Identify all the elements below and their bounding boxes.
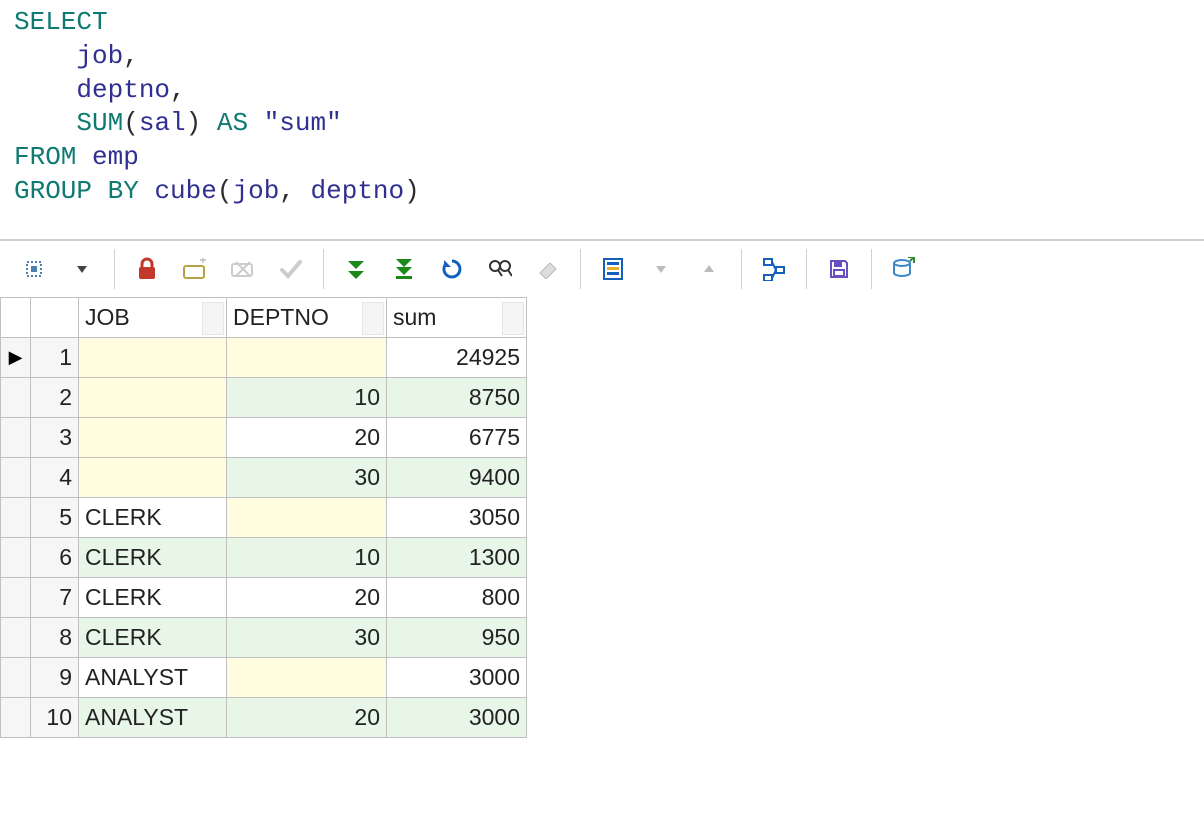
keyword-select: SELECT <box>14 7 108 37</box>
row-marker <box>1 657 31 697</box>
commit-icon[interactable] <box>267 249 315 289</box>
table-row[interactable]: ▶1 24925 <box>1 337 527 377</box>
cell-job[interactable]: ANALYST <box>79 657 227 697</box>
row-marker <box>1 417 31 457</box>
cell-sum[interactable]: 8750 <box>387 377 527 417</box>
cell-job[interactable] <box>79 377 227 417</box>
cell-deptno[interactable] <box>227 497 387 537</box>
up-icon[interactable] <box>685 249 733 289</box>
header-row: JOB DEPTNO sum <box>1 297 527 337</box>
cell-deptno[interactable] <box>227 337 387 377</box>
func-sum: SUM <box>76 108 123 138</box>
table-row[interactable]: 9ANALYST 3000 <box>1 657 527 697</box>
single-record-icon[interactable] <box>589 249 637 289</box>
row-number: 4 <box>31 457 79 497</box>
table-row[interactable]: 2 108750 <box>1 377 527 417</box>
lock-icon[interactable] <box>123 249 171 289</box>
sql-editor[interactable]: SELECT job, deptno, SUM(sal) AS "sum" FR… <box>0 0 1204 239</box>
cell-sum[interactable]: 1300 <box>387 537 527 577</box>
cell-sum[interactable]: 6775 <box>387 417 527 457</box>
new-row-icon[interactable] <box>171 249 219 289</box>
alias-sum: "sum" <box>264 108 342 138</box>
dropdown-icon[interactable] <box>58 249 106 289</box>
table-row[interactable]: 6CLERK101300 <box>1 537 527 577</box>
cell-deptno[interactable]: 30 <box>227 617 387 657</box>
fetch-last-icon[interactable] <box>380 249 428 289</box>
cell-sum[interactable]: 24925 <box>387 337 527 377</box>
row-number: 7 <box>31 577 79 617</box>
column-header-sum[interactable]: sum <box>387 297 527 337</box>
row-number: 9 <box>31 657 79 697</box>
marker-header <box>1 297 31 337</box>
find-icon[interactable] <box>476 249 524 289</box>
ident-sal: sal <box>139 108 186 138</box>
row-marker <box>1 617 31 657</box>
cell-deptno[interactable]: 10 <box>227 537 387 577</box>
row-number: 5 <box>31 497 79 537</box>
keyword-from: FROM <box>14 142 76 172</box>
cell-job[interactable]: CLERK <box>79 497 227 537</box>
export-db-icon[interactable] <box>880 249 928 289</box>
cell-deptno[interactable] <box>227 657 387 697</box>
cell-deptno[interactable]: 30 <box>227 457 387 497</box>
cell-sum[interactable]: 3000 <box>387 697 527 737</box>
delete-row-icon[interactable] <box>219 249 267 289</box>
eraser-icon[interactable] <box>524 249 572 289</box>
save-icon[interactable] <box>815 249 863 289</box>
cell-deptno[interactable]: 20 <box>227 417 387 457</box>
table-row[interactable]: 5CLERK 3050 <box>1 497 527 537</box>
cell-deptno[interactable]: 20 <box>227 697 387 737</box>
row-marker <box>1 457 31 497</box>
keyword-group: GROUP <box>14 176 92 206</box>
table-row[interactable]: 4 309400 <box>1 457 527 497</box>
table-row[interactable]: 3 206775 <box>1 417 527 457</box>
row-number: 6 <box>31 537 79 577</box>
row-marker <box>1 697 31 737</box>
ident-job: job <box>76 41 123 71</box>
fetch-all-icon[interactable] <box>332 249 380 289</box>
cell-job[interactable] <box>79 457 227 497</box>
row-number: 8 <box>31 617 79 657</box>
row-marker <box>1 497 31 537</box>
column-header-job[interactable]: JOB <box>79 297 227 337</box>
func-cube: cube <box>154 176 216 206</box>
rownum-header <box>31 297 79 337</box>
keyword-by: BY <box>108 176 139 206</box>
row-marker <box>1 537 31 577</box>
cell-deptno[interactable]: 10 <box>227 377 387 417</box>
row-number: 2 <box>31 377 79 417</box>
row-number: 1 <box>31 337 79 377</box>
cell-job[interactable] <box>79 337 227 377</box>
column-header-deptno[interactable]: DEPTNO <box>227 297 387 337</box>
keyword-as: AS <box>217 108 248 138</box>
table-row[interactable]: 8CLERK30950 <box>1 617 527 657</box>
refresh-icon[interactable] <box>428 249 476 289</box>
cell-job[interactable]: ANALYST <box>79 697 227 737</box>
cell-job[interactable]: CLERK <box>79 577 227 617</box>
cell-sum[interactable]: 9400 <box>387 457 527 497</box>
cell-sum[interactable]: 800 <box>387 577 527 617</box>
row-marker: ▶ <box>1 337 31 377</box>
ident-deptno: deptno <box>76 75 170 105</box>
linked-query-icon[interactable] <box>750 249 798 289</box>
cell-deptno[interactable]: 20 <box>227 577 387 617</box>
row-number: 3 <box>31 417 79 457</box>
row-number: 10 <box>31 697 79 737</box>
table-row[interactable]: 10ANALYST203000 <box>1 697 527 737</box>
cell-job[interactable] <box>79 417 227 457</box>
dropdown2-icon[interactable] <box>637 249 685 289</box>
cell-job[interactable]: CLERK <box>79 617 227 657</box>
cell-job[interactable]: CLERK <box>79 537 227 577</box>
table-row[interactable]: 7CLERK20800 <box>1 577 527 617</box>
cell-sum[interactable]: 3050 <box>387 497 527 537</box>
cell-sum[interactable]: 3000 <box>387 657 527 697</box>
row-marker <box>1 577 31 617</box>
cell-sum[interactable]: 950 <box>387 617 527 657</box>
row-marker <box>1 377 31 417</box>
results-toolbar <box>0 239 1204 297</box>
ident-emp: emp <box>92 142 139 172</box>
select-cells-icon[interactable] <box>10 249 58 289</box>
results-grid[interactable]: JOB DEPTNO sum ▶124925210875032067754309… <box>0 297 1204 738</box>
